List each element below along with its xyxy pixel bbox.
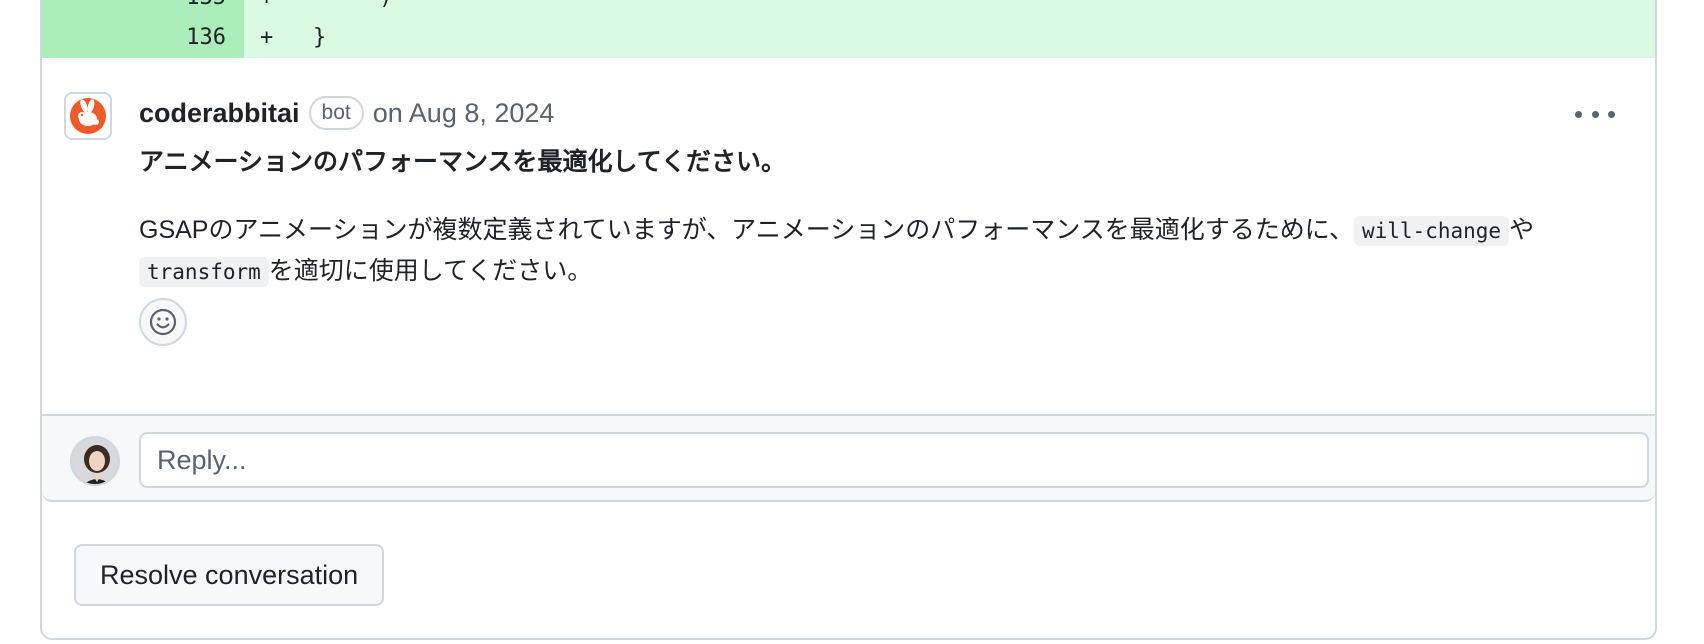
user-photo-icon bbox=[72, 438, 118, 484]
resolve-conversation-button[interactable]: Resolve conversation bbox=[74, 544, 385, 606]
author-avatar[interactable] bbox=[64, 92, 112, 140]
reply-bar bbox=[42, 414, 1655, 502]
paragraph-text: や bbox=[1509, 216, 1535, 244]
comment-title: アニメーションのパフォーマンスを最適化してください。 bbox=[139, 148, 787, 176]
diff-line: 136 + } bbox=[42, 18, 1655, 58]
comment-header: coderabbitai bot on Aug 8, 2024 bbox=[139, 92, 554, 134]
paragraph-text: GSAPのアニメーションが複数定義されていますが、アニメーションのパフォーマンス… bbox=[139, 216, 1354, 244]
diff-line: 135 + ) bbox=[42, 0, 1655, 18]
review-thread: 135 + ) 136 + } coderabbitai bot on Aug bbox=[40, 0, 1657, 640]
reply-input[interactable] bbox=[139, 432, 1649, 488]
author-name[interactable]: coderabbitai bbox=[139, 98, 300, 129]
inline-code-will-change: will-change bbox=[1353, 216, 1510, 246]
diff-line-code: + } bbox=[260, 25, 327, 50]
bot-badge: bot bbox=[308, 96, 364, 130]
diff-snippet: 135 + ) 136 + } bbox=[42, 0, 1655, 58]
comment-body: アニメーションのパフォーマンスを最適化してください。 GSAPのアニメーションが… bbox=[139, 142, 1619, 292]
user-avatar[interactable] bbox=[70, 436, 120, 486]
add-reaction-button[interactable] bbox=[139, 298, 187, 346]
paragraph-text: を適切に使用してください。 bbox=[268, 257, 593, 285]
comment-timestamp[interactable]: on Aug 8, 2024 bbox=[373, 98, 555, 129]
comment-paragraph: GSAPのアニメーションが複数定義されていますが、アニメーションのパフォーマンス… bbox=[139, 210, 1619, 292]
diff-line-code: + ) bbox=[260, 0, 392, 18]
diff-line-number[interactable]: 135 bbox=[42, 0, 244, 18]
smiley-icon bbox=[149, 308, 177, 336]
inline-code-transform: transform bbox=[139, 257, 269, 287]
more-options-icon[interactable] bbox=[1575, 104, 1615, 124]
review-comment: coderabbitai bot on Aug 8, 2024 アニメーションの… bbox=[42, 58, 1655, 414]
diff-line-number[interactable]: 136 bbox=[42, 18, 244, 58]
rabbit-logo-icon bbox=[70, 98, 106, 134]
